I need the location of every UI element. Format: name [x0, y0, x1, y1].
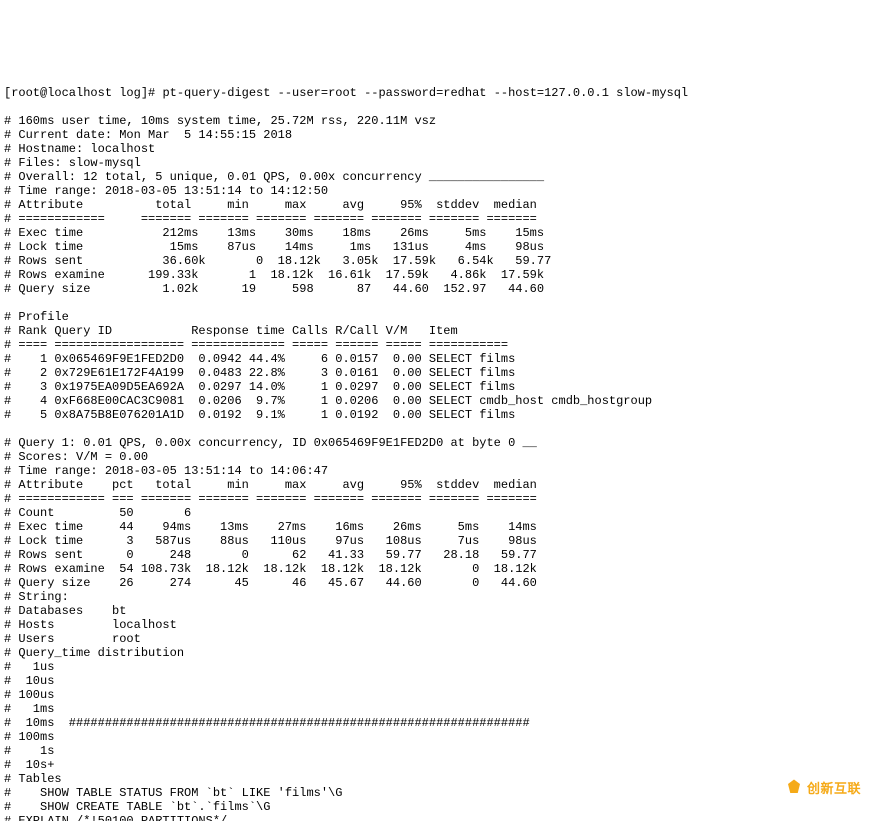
query1-string: # 1ms	[4, 702, 54, 716]
profile-row: # 1 0x065469F9E1FED2D0 0.0942 44.4% 6 0.…	[4, 352, 515, 366]
overall-row: # Rows examine 199.33k 1 18.12k 16.61k 1…	[4, 268, 544, 282]
query1-string: # 10ms #################################…	[4, 716, 530, 730]
query1-string: # Hosts localhost	[4, 618, 177, 632]
header-overall: # Overall: 12 total, 5 unique, 0.01 QPS,…	[4, 170, 544, 184]
overall-table-separator: # ============ ======= ======= ======= =…	[4, 212, 537, 226]
query1-string: # SHOW TABLE STATUS FROM `bt` LIKE 'film…	[4, 786, 342, 800]
query1-row: # Query size 26 274 45 46 45.67 44.60 0 …	[4, 576, 537, 590]
header-time-range: # Time range: 2018-03-05 13:51:14 to 14:…	[4, 184, 328, 198]
query1-string: # 10s+	[4, 758, 54, 772]
query1-attr-header: # Attribute pct total min max avg 95% st…	[4, 478, 537, 492]
profile-row: # 3 0x1975EA09D5EA692A 0.0297 14.0% 1 0.…	[4, 380, 515, 394]
query1-string: # String:	[4, 590, 69, 604]
query1-row: # Exec time 44 94ms 13ms 27ms 16ms 26ms …	[4, 520, 537, 534]
query1-string: # Query_time distribution	[4, 646, 184, 660]
header-files: # Files: slow-mysql	[4, 156, 141, 170]
profile-row: # 4 0xF668E00CAC3C9081 0.0206 9.7% 1 0.0…	[4, 394, 652, 408]
query1-string: # 100us	[4, 688, 54, 702]
profile-header: # Rank Query ID Response time Calls R/Ca…	[4, 324, 458, 338]
profile-row: # 5 0x8A75B8E076201A1D 0.0192 9.1% 1 0.0…	[4, 408, 515, 422]
query1-attr-sep: # ============ === ======= ======= =====…	[4, 492, 537, 506]
overall-row: # Rows sent 36.60k 0 18.12k 3.05k 17.59k…	[4, 254, 551, 268]
query1-title: # Query 1: 0.01 QPS, 0.00x concurrency, …	[4, 436, 537, 450]
terminal-output: [root@localhost log]# pt-query-digest --…	[0, 70, 869, 821]
query1-time-range: # Time range: 2018-03-05 13:51:14 to 14:…	[4, 464, 328, 478]
profile-title: # Profile	[4, 310, 69, 324]
query1-string: # 1us	[4, 660, 54, 674]
query1-string: # Tables	[4, 772, 62, 786]
overall-row: # Lock time 15ms 87us 14ms 1ms 131us 4ms…	[4, 240, 544, 254]
header-current-date: # Current date: Mon Mar 5 14:55:15 2018	[4, 128, 292, 142]
watermark-icon	[769, 764, 803, 813]
shell-prompt: [root@localhost log]# pt-query-digest --…	[4, 86, 688, 100]
profile-row: # 2 0x729E61E172F4A199 0.0483 22.8% 3 0.…	[4, 366, 515, 380]
header-user-time: # 160ms user time, 10ms system time, 25.…	[4, 114, 436, 128]
query1-row: # Lock time 3 587us 88us 110us 97us 108u…	[4, 534, 537, 548]
profile-separator: # ==== ================== ============= …	[4, 338, 508, 352]
watermark-badge: 创新互联	[769, 764, 861, 813]
query1-string: # 100ms	[4, 730, 54, 744]
watermark-text: 创新互联	[807, 782, 861, 796]
overall-table-header: # Attribute total min max avg 95% stddev…	[4, 198, 537, 212]
overall-row: # Exec time 212ms 13ms 30ms 18ms 26ms 5m…	[4, 226, 544, 240]
query1-scores: # Scores: V/M = 0.00	[4, 450, 148, 464]
query1-string: # SHOW CREATE TABLE `bt`.`films`\G	[4, 800, 270, 814]
query1-row: # Rows sent 0 248 0 62 41.33 59.77 28.18…	[4, 548, 537, 562]
query1-row: # Count 50 6	[4, 506, 191, 520]
overall-row: # Query size 1.02k 19 598 87 44.60 152.9…	[4, 282, 544, 296]
query1-string: # EXPLAIN /*!50100 PARTITIONS*/	[4, 814, 227, 821]
query1-string: # Users root	[4, 632, 141, 646]
query1-string: # Databases bt	[4, 604, 126, 618]
query1-string: # 10us	[4, 674, 54, 688]
header-hostname: # Hostname: localhost	[4, 142, 155, 156]
query1-string: # 1s	[4, 744, 54, 758]
query1-row: # Rows examine 54 108.73k 18.12k 18.12k …	[4, 562, 537, 576]
